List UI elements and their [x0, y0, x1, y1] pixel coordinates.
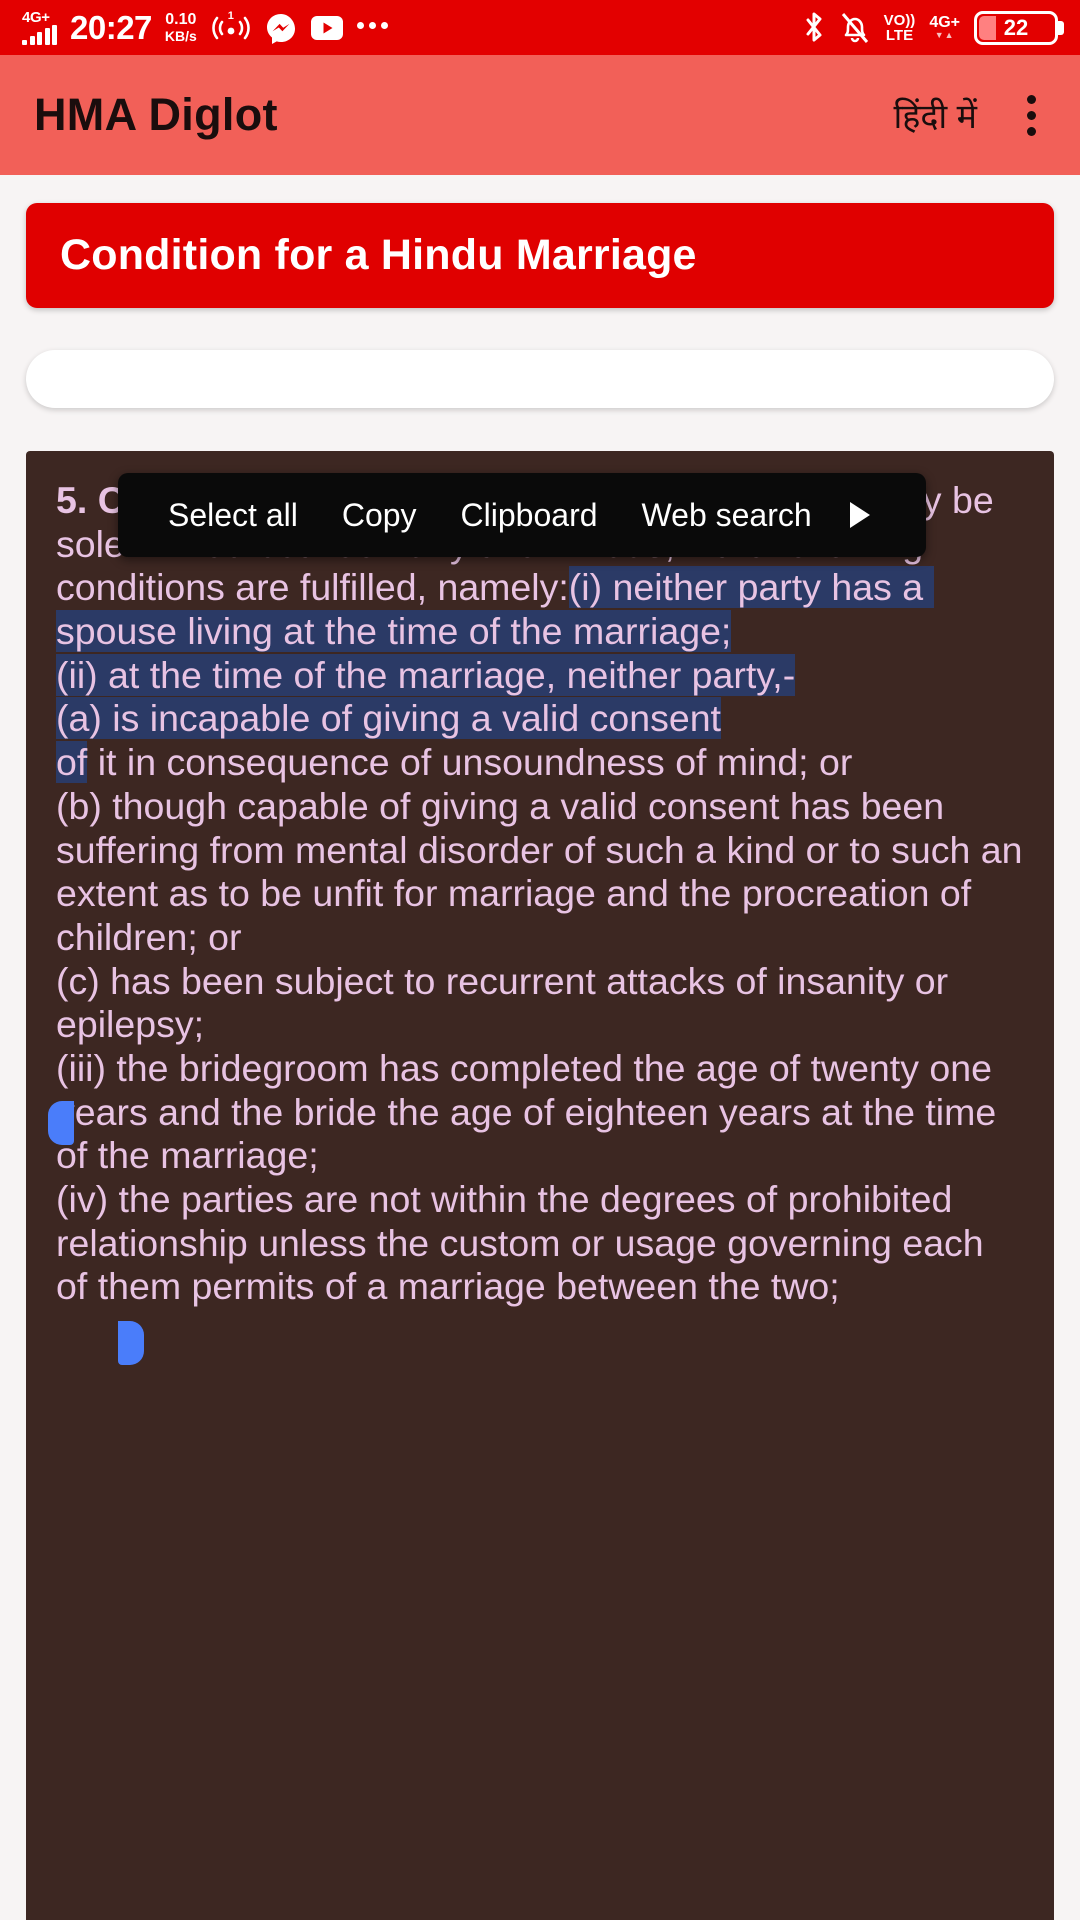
context-menu-item-clipboard[interactable]: Clipboard	[439, 497, 620, 534]
section-banner-title: Condition for a Hindu Marriage	[60, 231, 697, 279]
article-body[interactable]: 5. Condition for a Hindu Marriage.- A ma…	[56, 479, 1024, 1309]
context-menu-item-select-all[interactable]: Select all	[146, 497, 320, 534]
language-toggle-button[interactable]: हिंदी में	[894, 92, 978, 138]
network-type-label: 4G+	[22, 9, 50, 26]
volte-line-1: VO))	[883, 11, 916, 29]
battery-icon: 22	[974, 10, 1058, 45]
signal-strength-icon	[22, 25, 57, 45]
bell-off-icon	[840, 11, 870, 45]
status-bar-right: VO)) LTE 4G+ ▼▲ 22	[802, 10, 1058, 45]
page-content: Condition for a Hindu Marriage 5. Condit…	[0, 203, 1080, 1920]
data-arrows-icon: ▼▲	[934, 30, 955, 40]
app-bar: HMA Diglot हिंदी में	[0, 55, 1080, 175]
volte-icon: VO)) LTE	[884, 13, 916, 43]
network-speed-indicator: 0.10 KB/s	[164, 10, 197, 44]
youtube-icon	[310, 15, 344, 41]
hotspot-badge-count: 1	[227, 9, 234, 22]
status-bar: 4G+ 20:27 0.10 KB/s 1 VO)) LTE 4G+ ▼▲ 22	[0, 0, 1080, 55]
context-menu-item-web-search[interactable]: Web search	[620, 497, 834, 534]
messenger-icon	[265, 12, 297, 44]
network-speed-unit: KB/s	[164, 27, 197, 44]
signal-bars-icon: 4G+	[22, 10, 57, 45]
bluetooth-icon	[802, 11, 826, 45]
app-bar-actions: हिंदी में	[894, 89, 1047, 142]
article-remainder: it in consequence of unsoundness of mind…	[56, 741, 1023, 1308]
article-card[interactable]: 5. Condition for a Hindu Marriage.- A ma…	[26, 451, 1054, 1920]
selection-handle-start[interactable]	[48, 1101, 74, 1145]
context-menu-item-copy[interactable]: Copy	[320, 497, 439, 534]
hotspot-icon: 1	[210, 9, 252, 44]
selection-handle-end[interactable]	[118, 1321, 144, 1365]
status-bar-clock: 20:27	[70, 8, 152, 46]
app-title: HMA Diglot	[34, 89, 278, 140]
text-selection-context-menu: Select all Copy Clipboard Web search	[118, 473, 926, 557]
search-input[interactable]	[52, 363, 1028, 395]
battery-fill	[979, 15, 997, 40]
network-type-2-label: 4G+	[929, 14, 960, 31]
more-dots-icon	[356, 22, 388, 33]
volte-line-2: LTE	[885, 26, 914, 44]
network-speed-value: 0.10	[165, 10, 197, 28]
status-bar-left: 4G+ 20:27 0.10 KB/s 1	[22, 9, 388, 47]
network-type-2-icon: 4G+ ▼▲	[929, 15, 960, 40]
battery-level-label: 22	[1003, 14, 1029, 40]
section-banner[interactable]: Condition for a Hindu Marriage	[26, 203, 1054, 308]
overflow-menu-icon[interactable]	[1017, 89, 1046, 142]
search-box[interactable]	[26, 350, 1054, 408]
play-arrow-icon[interactable]	[849, 502, 898, 528]
